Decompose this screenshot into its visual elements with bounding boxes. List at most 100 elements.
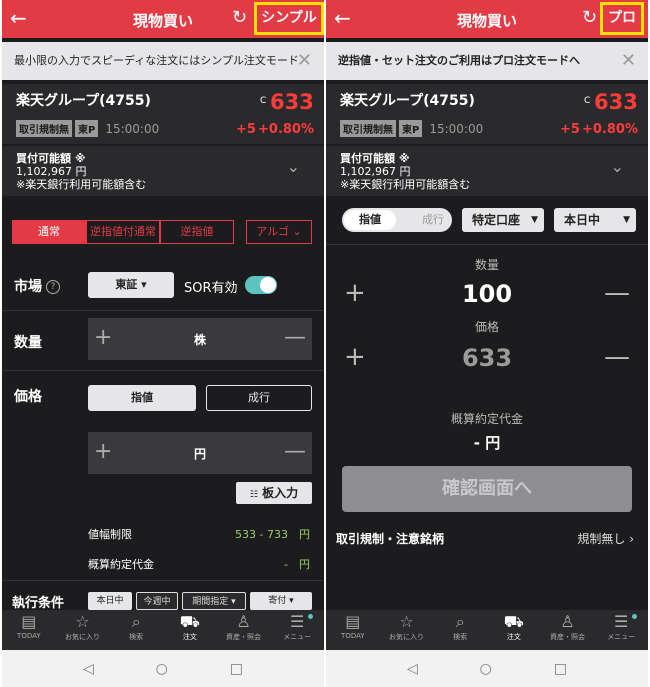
close-icon[interactable]: ✕ — [621, 42, 636, 80]
price-change: +5 — [236, 122, 256, 137]
stock-tags: 取引規制無 東P 15:00:00 — [340, 120, 483, 137]
price-stepper[interactable]: + 円 — — [88, 432, 312, 474]
nav-search[interactable]: ⌕ 検索 — [109, 610, 163, 650]
note-mark: ※ — [74, 152, 86, 165]
today-icon: ▤ — [345, 612, 361, 631]
chevron-down-icon[interactable]: ⌄ — [287, 159, 300, 175]
account-select[interactable]: 特定口座 ▼ — [462, 208, 544, 232]
notice-text: 最小限の入力でスピーディな注文にはシンプル注文モード — [14, 54, 299, 67]
help-icon[interactable]: ? — [46, 280, 60, 294]
quantity-value[interactable]: 100 — [326, 280, 648, 308]
board-icon: ☷ — [249, 490, 258, 500]
nav-assets[interactable]: ♙ 資産・照会 — [541, 610, 595, 650]
order-type-tabs: 通常 逆指値付通常 逆指値 — [12, 220, 234, 244]
price-unit: 円 — [193, 447, 206, 461]
nav-search[interactable]: ⌕ 検索 — [433, 610, 487, 650]
estimated-amount-label: 概算約定代金 — [88, 558, 154, 571]
system-nav-bar: ◁ ○ □ — [326, 650, 648, 687]
bottom-nav: ▤ TODAY ☆ お気に入り ⌕ 検索 ⛟ 注文 ♙ 資産・照会 ☰ メニュー — [326, 610, 648, 650]
mode-switch-button[interactable]: シンプル — [254, 2, 324, 35]
price-type-label: C — [260, 96, 267, 106]
system-back-icon[interactable]: ◁ — [407, 661, 418, 677]
price-time: 15:00:00 — [429, 121, 484, 136]
system-recent-icon[interactable]: □ — [554, 661, 567, 677]
sor-toggle[interactable] — [245, 276, 277, 294]
minus-icon[interactable]: — — [284, 324, 306, 352]
minus-icon[interactable]: — — [604, 342, 630, 372]
board-input-button[interactable]: ☷ 板入力 — [236, 482, 312, 504]
nav-order[interactable]: ⛟ 注文 — [163, 610, 217, 650]
order-kind-toggle[interactable]: 指値 成行 — [342, 208, 452, 232]
menu-icon: ☰ — [614, 612, 629, 631]
nav-menu[interactable]: ☰ メニュー — [270, 610, 324, 650]
mode-notice: 逆指値・セット注文のご利用はプロ注文モードへ ✕ — [326, 42, 648, 80]
regulation-badge: 取引規制無 — [340, 120, 396, 137]
market-order-button[interactable]: 成行 — [206, 385, 312, 411]
star-icon: ☆ — [399, 612, 414, 631]
toggle-knob — [260, 277, 276, 293]
chip-today[interactable]: 本日中 — [88, 592, 132, 610]
limit-range-value: 533 - 733 円 — [235, 528, 310, 541]
system-home-icon[interactable]: ○ — [480, 661, 492, 677]
note-mark: ※ — [398, 152, 410, 165]
exchange-select[interactable]: 東証 ▾ — [88, 272, 174, 298]
buying-power-note: ※楽天銀行利用可能額含む — [16, 178, 147, 191]
nav-favorites[interactable]: ☆ お気に入り — [56, 610, 110, 650]
app-header: ← 現物買い ↻ シンプル — [2, 0, 324, 38]
buying-power[interactable]: 買付可能額 ※ 1,102,967 円 ※楽天銀行利用可能額含む ⌄ — [326, 146, 648, 196]
chip-this-week[interactable]: 今週中 — [136, 592, 178, 610]
execution-condition-label: 執行条件 — [12, 596, 65, 611]
quantity-stepper[interactable]: + 株 — — [88, 318, 312, 360]
nav-order[interactable]: ⛟ 注文 — [487, 610, 541, 650]
mode-switch-button[interactable]: プロ — [600, 2, 644, 35]
order-icon: ⛟ — [179, 612, 200, 631]
minus-icon[interactable]: — — [284, 438, 306, 466]
nav-favorites[interactable]: ☆ お気に入り — [380, 610, 434, 650]
minus-icon[interactable]: — — [604, 278, 630, 308]
system-recent-icon[interactable]: □ — [230, 661, 243, 677]
tab-normal[interactable]: 通常 — [12, 220, 86, 244]
price-value[interactable]: 633 — [326, 344, 648, 372]
buying-power-note: ※楽天銀行利用可能額含む — [340, 178, 471, 191]
price-type-label: C — [584, 96, 591, 106]
current-price: 633 — [270, 90, 314, 114]
algo-button[interactable]: アルゴ ⌄ — [246, 220, 312, 244]
divider — [2, 370, 324, 371]
price-change-pct: +0.80% — [582, 122, 638, 137]
buying-power-label: 買付可能額 — [340, 152, 395, 165]
estimated-amount-value: - 円 — [473, 434, 501, 452]
nav-today[interactable]: ▤ TODAY — [2, 610, 56, 650]
star-icon: ☆ — [75, 612, 90, 631]
nav-today[interactable]: ▤ TODAY — [326, 610, 380, 650]
confirm-button[interactable]: 確認画面へ — [342, 466, 632, 512]
search-icon: ⌕ — [455, 612, 465, 631]
limit-option[interactable]: 指値 — [344, 210, 396, 230]
sor-label: SOR有効 — [184, 281, 238, 296]
buying-power-amount: 1,102,967 円 — [340, 165, 411, 178]
person-icon: ♙ — [236, 612, 251, 631]
regulation-link[interactable]: 規制無し › — [577, 530, 634, 547]
person-icon: ♙ — [560, 612, 575, 631]
close-icon[interactable]: ✕ — [297, 42, 312, 80]
price-label: 価格 — [474, 320, 499, 334]
tab-stop-with-normal[interactable]: 逆指値付通常 — [86, 220, 160, 244]
tab-stop[interactable]: 逆指値 — [160, 220, 234, 244]
algo-label: アルゴ — [256, 225, 289, 238]
period-select[interactable]: 本日中 ▼ — [554, 208, 636, 232]
estimated-amount-label: 概算約定代金 — [450, 412, 523, 426]
buying-power[interactable]: 買付可能額 ※ 1,102,967 円 ※楽天銀行利用可能額含む ⌄ — [2, 146, 324, 196]
quantity-label: 数量 — [474, 258, 499, 272]
chevron-down-icon[interactable]: ⌄ — [611, 159, 624, 175]
nav-menu[interactable]: ☰ メニュー — [594, 610, 648, 650]
refresh-icon[interactable]: ↻ — [232, 7, 247, 28]
system-back-icon[interactable]: ◁ — [83, 661, 94, 677]
nav-assets[interactable]: ♙ 資産・照会 — [217, 610, 271, 650]
refresh-icon[interactable]: ↻ — [582, 7, 597, 28]
price-change: +5 — [560, 122, 580, 137]
market-option[interactable]: 成行 — [422, 208, 444, 232]
chip-opening[interactable]: 寄付 ▾ — [250, 592, 312, 610]
app-header: ← 現物買い ↻ プロ — [326, 0, 648, 38]
system-home-icon[interactable]: ○ — [156, 661, 168, 677]
limit-order-button[interactable]: 指値 — [88, 385, 196, 411]
chip-period[interactable]: 期間指定 ▾ — [182, 592, 246, 610]
